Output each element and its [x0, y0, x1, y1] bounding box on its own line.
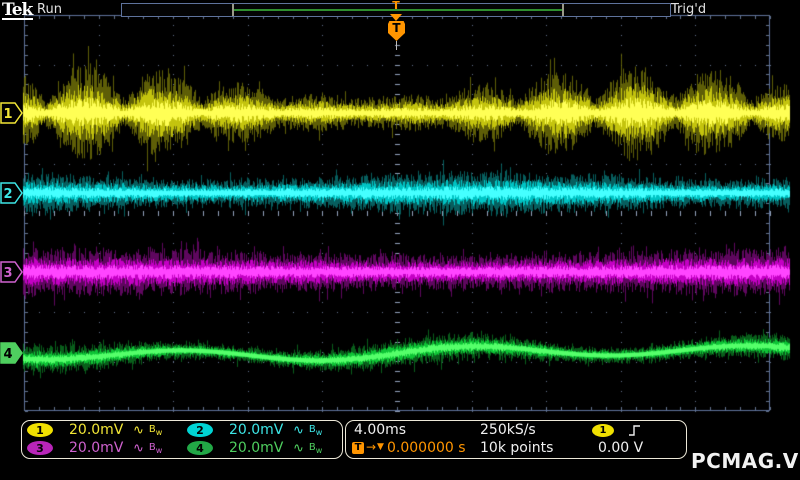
tek-logo-underline — [2, 18, 33, 20]
trigger-arrow-right-icon: → — [366, 440, 376, 454]
record-view-trigger-marker: T — [388, 0, 404, 12]
ch1-readout: 1 20.0mV ∿Bw — [22, 421, 182, 439]
channel-readout-box: 1 20.0mV ∿Bw 2 20.0mV ∿Bw 3 20.0mV ∿Bw 4… — [21, 420, 343, 459]
trigger-source-badge: 1 — [592, 424, 614, 437]
svg-text:1: 1 — [3, 107, 12, 122]
channel-3-position-marker[interactable]: 3 — [0, 261, 24, 283]
trigger-position-stem — [396, 41, 397, 50]
svg-text:2: 2 — [3, 187, 12, 202]
record-length: 10k points — [480, 440, 553, 456]
ch3-badge[interactable]: 3 — [27, 441, 53, 455]
watermark: PCMAG.VN — [691, 449, 800, 473]
ch1-coupling-bandwidth-icon: ∿Bw — [133, 423, 162, 438]
channel-2-position-marker[interactable]: 2 — [0, 182, 24, 204]
horizontal-trigger-readout-box: 4.00ms 250kS/s 1 T → ▼ 0.000000 s 10k po… — [345, 420, 687, 459]
record-view-right-bracket[interactable] — [562, 4, 564, 16]
svg-text:3: 3 — [3, 266, 12, 281]
ch3-readout: 3 20.0mV ∿Bw — [22, 439, 182, 457]
trigger-position-arrow-icon — [390, 14, 402, 21]
sample-rate: 250kS/s — [480, 422, 536, 438]
ch4-coupling-bandwidth-icon: ∿Bw — [293, 441, 322, 456]
ch3-coupling-bandwidth-icon: ∿Bw — [133, 441, 162, 456]
ch3-scale: 20.0mV — [69, 440, 131, 456]
ch2-badge[interactable]: 2 — [187, 423, 213, 437]
trigger-status: Trig'd — [671, 2, 706, 17]
ch4-badge[interactable]: 4 — [187, 441, 213, 455]
trigger-t-icon: T — [352, 442, 364, 454]
tek-logo: Tek — [2, 0, 32, 20]
channel-4-position-marker[interactable]: 4 — [0, 342, 24, 364]
ch4-scale: 20.0mV — [229, 440, 291, 456]
ch1-badge[interactable]: 1 — [27, 423, 53, 437]
ch1-scale: 20.0mV — [69, 422, 131, 438]
trigger-arrow-down-icon: ▼ — [377, 442, 384, 452]
ch2-scale: 20.0mV — [229, 422, 291, 438]
acquisition-status: Run — [37, 2, 62, 17]
channel-1-position-marker[interactable]: 1 — [0, 102, 24, 124]
ch2-readout: 2 20.0mV ∿Bw — [182, 421, 342, 439]
horizontal-scale: 4.00ms — [354, 422, 406, 438]
waveform-display — [0, 0, 800, 480]
trigger-level-readout: 0.00 V — [598, 440, 643, 456]
oscilloscope-screen: Tek Run Trig'd T T 1 2 3 4 1 20.0mV ∿Bw 2 2… — [0, 0, 800, 480]
ch2-coupling-bandwidth-icon: ∿Bw — [293, 423, 322, 438]
trigger-position-readout: 0.000000 s — [387, 440, 466, 456]
ch4-readout: 4 20.0mV ∿Bw — [182, 439, 342, 457]
svg-text:4: 4 — [3, 347, 12, 362]
